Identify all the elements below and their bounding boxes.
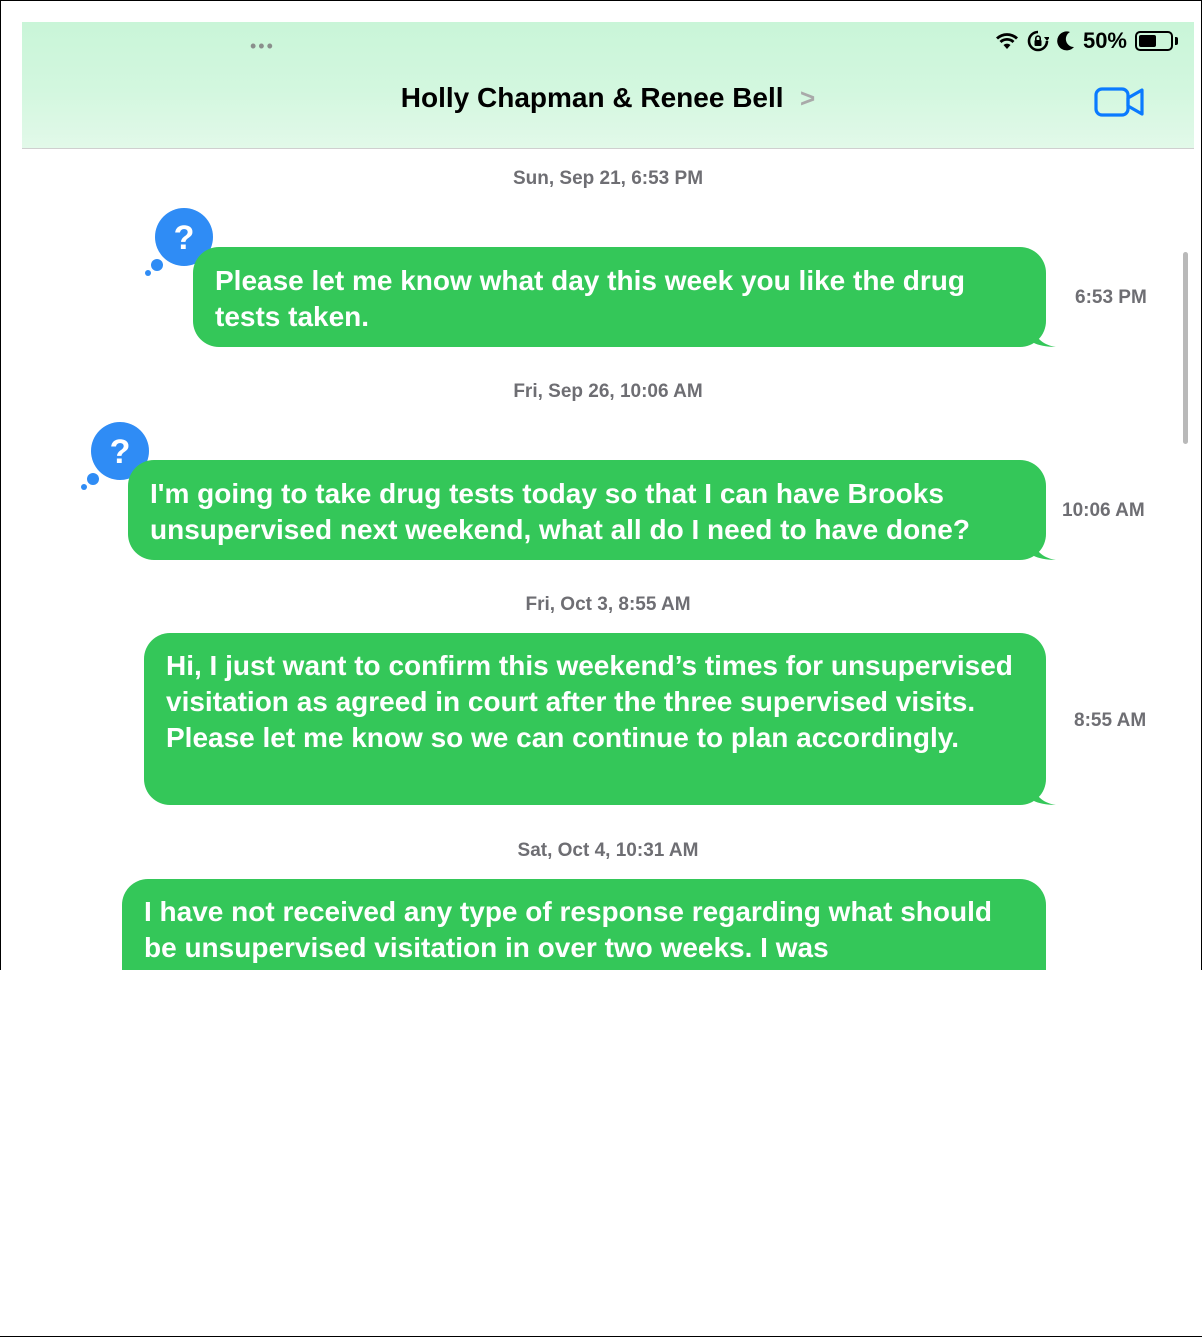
multitasking-dots[interactable]: ••• bbox=[250, 36, 275, 57]
battery-cap bbox=[1175, 37, 1178, 45]
battery-icon bbox=[1135, 31, 1173, 51]
date-separator: Sat, Oct 4, 10:31 AM bbox=[517, 840, 699, 861]
date-separator: Fri, Oct 3, 8:55 AM bbox=[525, 594, 691, 615]
orientation-lock-icon bbox=[1027, 30, 1049, 52]
date-separator: Sun, Sep 21, 6:53 PM bbox=[512, 168, 704, 189]
message-bubble[interactable]: Please let me know what day this week yo… bbox=[193, 247, 1056, 347]
scrollbar[interactable] bbox=[1183, 252, 1188, 444]
cropped-blank-area bbox=[0, 970, 1204, 1336]
svg-text:?: ? bbox=[174, 219, 195, 257]
bubble-tail bbox=[1034, 542, 1056, 560]
svg-text:?: ? bbox=[110, 433, 131, 471]
battery-percentage: 50% bbox=[1082, 28, 1127, 53]
bubble-tail bbox=[1034, 787, 1056, 805]
conversation-title[interactable]: Holly Chapman & Renee Bell bbox=[401, 82, 784, 113]
bubble-tail bbox=[1034, 329, 1056, 347]
message-bubble[interactable]: Hi, I just want to confirm this weekend’… bbox=[144, 633, 1056, 805]
message-bubble[interactable]: I'm going to take drug tests today so th… bbox=[128, 460, 1056, 560]
chevron-right-icon[interactable]: > bbox=[800, 83, 815, 114]
date-separator: Fri, Sep 26, 10:06 AM bbox=[513, 381, 703, 402]
facetime-video-button[interactable] bbox=[1094, 86, 1146, 123]
status-bar: 50% bbox=[995, 28, 1178, 54]
title-row[interactable]: Holly Chapman & Renee Bell > bbox=[22, 82, 1194, 114]
message-time: 8:55 AM bbox=[1074, 710, 1147, 731]
do-not-disturb-moon-icon bbox=[1057, 31, 1074, 51]
conversation-header: ••• 50% Holly Chapman & Renee Bell > bbox=[22, 22, 1194, 149]
message-text: Please let me know what day this week yo… bbox=[215, 265, 966, 332]
message-time: 6:53 PM bbox=[1075, 287, 1147, 308]
message-text: I'm going to take drug tests today so th… bbox=[150, 478, 970, 545]
message-time: 10:06 AM bbox=[1062, 500, 1145, 521]
wifi-icon bbox=[995, 33, 1018, 49]
video-camera-icon bbox=[1094, 87, 1144, 117]
message-text: Hi, I just want to confirm this weekend’… bbox=[166, 650, 1013, 753]
message-text: I have not received any type of response… bbox=[144, 896, 992, 963]
